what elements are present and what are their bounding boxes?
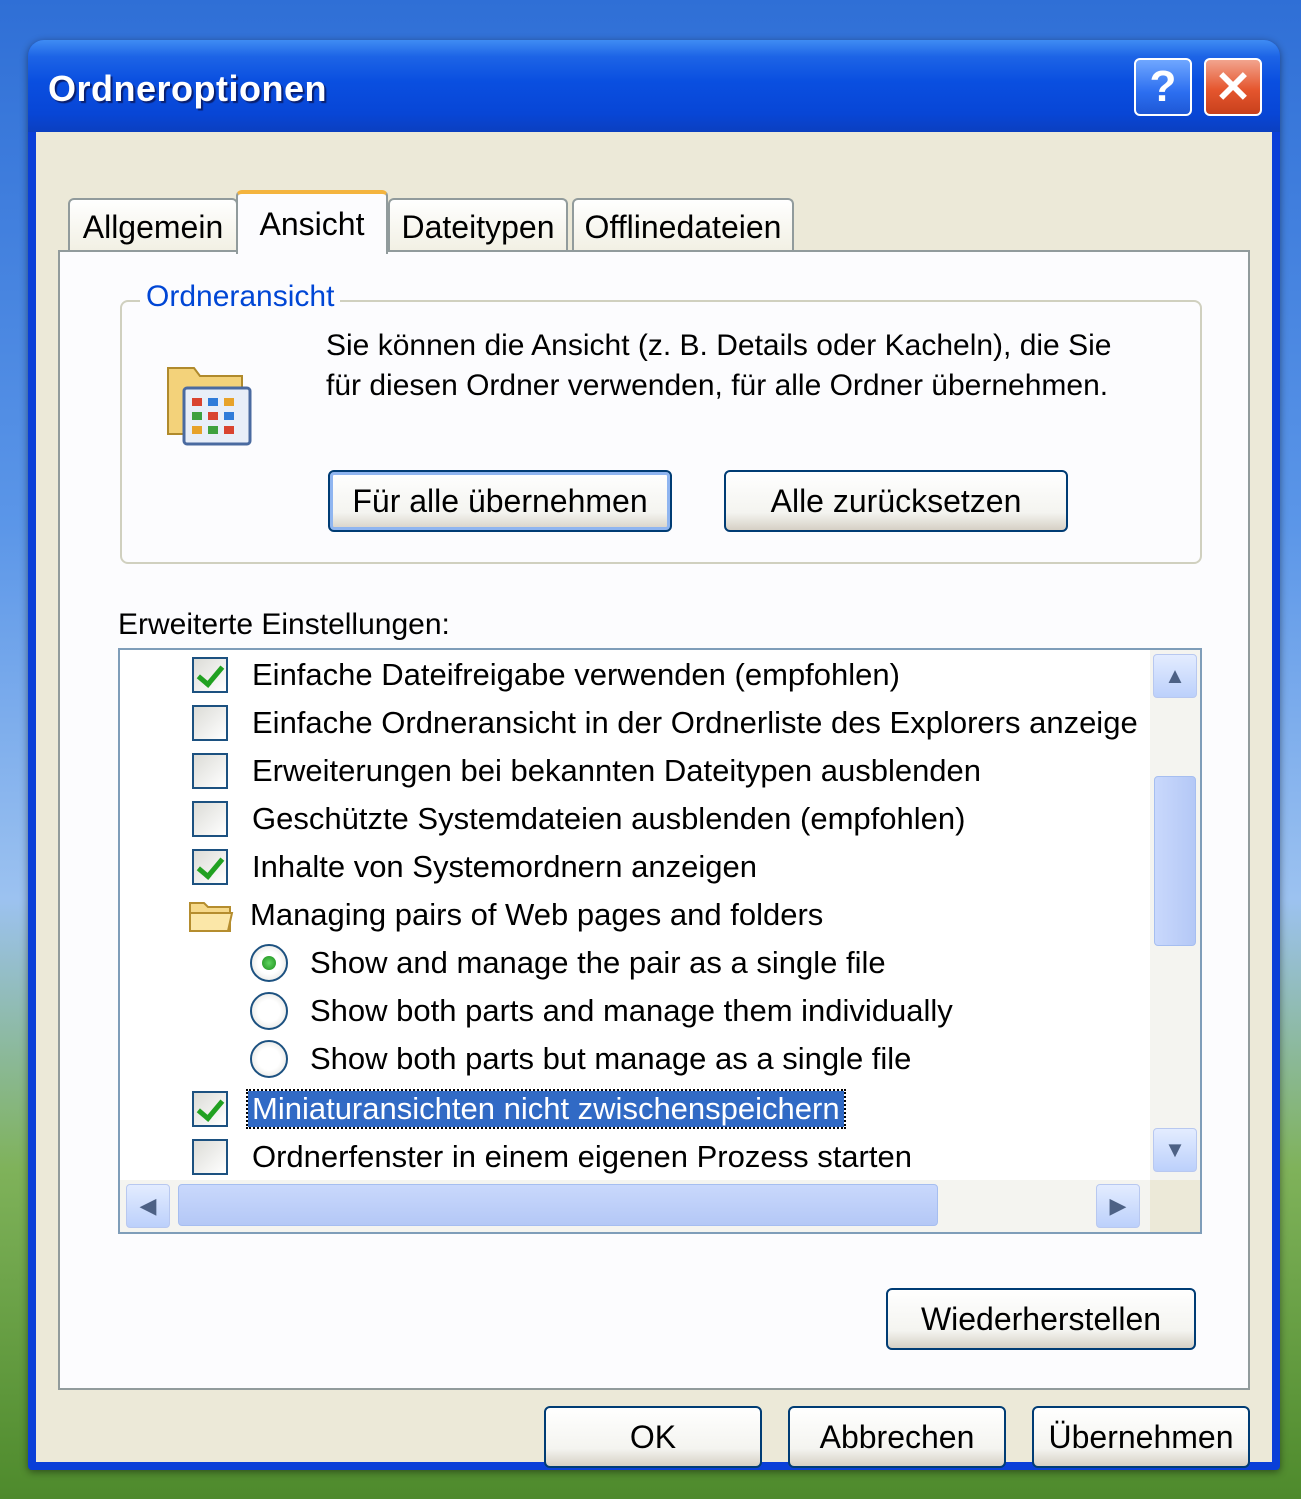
list-item[interactable]: Erweiterungen bei bekannten Dateitypen a… bbox=[192, 748, 981, 794]
folder-view-icon bbox=[167, 367, 252, 446]
scroll-down-button[interactable]: ▼ bbox=[1153, 1128, 1197, 1172]
tab-label: Offlinedateien bbox=[584, 208, 782, 245]
scroll-left-button[interactable]: ◀ bbox=[126, 1184, 170, 1228]
apply-to-all-folders-button[interactable]: Für alle übernehmen bbox=[328, 470, 672, 532]
list-item-group: Managing pairs of Web pages and folders bbox=[188, 892, 823, 938]
list-item-label: Show both parts and manage them individu… bbox=[310, 993, 953, 1028]
close-button[interactable]: ✕ bbox=[1204, 58, 1262, 116]
radio[interactable] bbox=[250, 1040, 288, 1078]
vertical-scroll-thumb[interactable] bbox=[1154, 776, 1196, 946]
ok-button[interactable]: OK bbox=[544, 1406, 762, 1468]
list-item[interactable]: Show and manage the pair as a single fil… bbox=[250, 940, 886, 986]
radio[interactable] bbox=[250, 992, 288, 1030]
tab-label: Allgemein bbox=[82, 208, 224, 245]
tab-allgemein[interactable]: Allgemein bbox=[68, 198, 238, 254]
list-item[interactable]: Ordnerfenster in einem eigenen Prozess s… bbox=[192, 1134, 912, 1180]
vertical-scrollbar[interactable]: ▲ ▼ bbox=[1150, 650, 1200, 1180]
checkbox[interactable] bbox=[192, 1139, 228, 1175]
tab-page-ansicht: Ordneransicht Sie können die Ansicht (z.… bbox=[58, 250, 1250, 1390]
cancel-button[interactable]: Abbrechen bbox=[788, 1406, 1006, 1468]
chevron-down-icon: ▼ bbox=[1164, 1137, 1186, 1162]
tab-label: Dateitypen bbox=[401, 208, 555, 245]
list-item-label: Einfache Ordneransicht in der Ordnerlist… bbox=[252, 705, 1138, 740]
help-icon: ? bbox=[1149, 62, 1177, 111]
restore-defaults-button[interactable]: Wiederherstellen bbox=[886, 1288, 1196, 1350]
tab-label: Ansicht bbox=[259, 205, 365, 242]
list-item-label: Inhalte von Systemordnern anzeigen bbox=[252, 849, 757, 884]
checkbox-checked[interactable] bbox=[192, 849, 228, 885]
checkbox[interactable] bbox=[192, 753, 228, 789]
list-item[interactable]: Show both parts and manage them individu… bbox=[250, 988, 953, 1034]
help-button[interactable]: ? bbox=[1134, 58, 1192, 116]
apply-button[interactable]: Übernehmen bbox=[1032, 1406, 1250, 1468]
folder-view-description: Sie können die Ansicht (z. B. Details od… bbox=[326, 329, 1112, 402]
window-title: Ordneroptionen bbox=[48, 68, 327, 109]
list-item[interactable]: Inhalte von Systemordnern anzeigen bbox=[192, 844, 757, 890]
checkbox[interactable] bbox=[192, 801, 228, 837]
scroll-up-button[interactable]: ▲ bbox=[1153, 654, 1197, 698]
list-item-label: Show and manage the pair as a single fil… bbox=[310, 945, 886, 980]
group-title: Ordneransicht bbox=[140, 280, 341, 314]
folder-view-group: Ordneransicht Sie können die Ansicht (z.… bbox=[120, 280, 1202, 564]
list-item[interactable]: Einfache Dateifreigabe verwenden (empfoh… bbox=[192, 652, 900, 698]
tab-dateitypen[interactable]: Dateitypen bbox=[388, 198, 568, 254]
list-item-label: Miniaturansichten nicht zwischenspeicher… bbox=[246, 1089, 846, 1129]
close-icon: ✕ bbox=[1214, 62, 1252, 112]
chevron-up-icon: ▲ bbox=[1164, 663, 1186, 688]
radio-selected[interactable] bbox=[250, 944, 288, 982]
horizontal-scrollbar[interactable]: ◀ ▶ bbox=[120, 1180, 1150, 1232]
title-bar[interactable]: Ordneroptionen ? ✕ bbox=[28, 40, 1280, 132]
tab-ansicht[interactable]: Ansicht bbox=[236, 190, 388, 254]
list-item-label: Erweiterungen bei bekannten Dateitypen a… bbox=[252, 753, 982, 788]
horizontal-scroll-thumb[interactable] bbox=[178, 1184, 938, 1226]
list-item-selected[interactable]: Miniaturansichten nicht zwischenspeicher… bbox=[192, 1086, 846, 1132]
scrollbar-corner bbox=[1150, 1180, 1200, 1232]
scroll-right-button[interactable]: ▶ bbox=[1096, 1184, 1140, 1228]
chevron-left-icon: ◀ bbox=[139, 1193, 157, 1218]
list-item[interactable]: Show both parts but manage as a single f… bbox=[250, 1036, 911, 1082]
checkbox-checked[interactable] bbox=[192, 1091, 228, 1127]
dialog-client-area: Allgemein Ansicht Dateitypen Offlinedate… bbox=[36, 132, 1272, 1468]
list-item[interactable]: Einfache Ordneransicht in der Ordnerlist… bbox=[192, 700, 1138, 746]
folder-icon bbox=[189, 902, 234, 932]
list-item-label: Einfache Dateifreigabe verwenden (empfoh… bbox=[252, 657, 900, 692]
tab-offlinedateien[interactable]: Offlinedateien bbox=[572, 198, 794, 254]
list-item-label: Show both parts but manage as a single f… bbox=[310, 1041, 912, 1076]
checkbox-checked[interactable] bbox=[192, 657, 228, 693]
folder-options-dialog: Ordneroptionen ? ✕ Allgemein Ansicht Dat… bbox=[28, 40, 1280, 1470]
reset-all-folders-button[interactable]: Alle zurücksetzen bbox=[724, 470, 1068, 532]
advanced-settings-label: Erweiterte Einstellungen: bbox=[118, 608, 450, 641]
checkbox[interactable] bbox=[192, 705, 228, 741]
chevron-right-icon: ▶ bbox=[1109, 1193, 1127, 1218]
list-item[interactable]: Geschützte Systemdateien ausblenden (emp… bbox=[192, 796, 965, 842]
advanced-settings-list[interactable]: Einfache Dateifreigabe verwenden (empfoh… bbox=[118, 648, 1202, 1234]
list-item-label: Managing pairs of Web pages and folders bbox=[250, 897, 824, 932]
list-item-label: Ordnerfenster in einem eigenen Prozess s… bbox=[252, 1139, 912, 1174]
list-item-label: Geschützte Systemdateien ausblenden (emp… bbox=[252, 801, 966, 836]
